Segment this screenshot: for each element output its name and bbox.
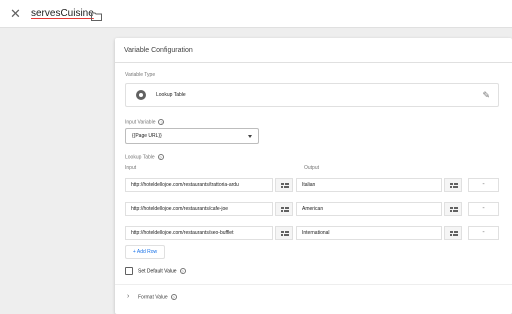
variable-picker-button[interactable]	[444, 178, 462, 192]
variable-brick-icon	[450, 231, 458, 236]
variable-picker-button[interactable]	[444, 226, 462, 240]
folder-icon[interactable]	[91, 8, 102, 21]
output-field[interactable]: American	[296, 202, 442, 216]
variable-name[interactable]: servesCuisine	[31, 8, 94, 20]
variable-picker-button[interactable]	[275, 202, 293, 216]
input-field[interactable]: http://hoteldellojoe.com/restaurants/seo…	[125, 226, 273, 240]
output-field[interactable]: International	[296, 226, 442, 240]
table-row: http://hoteldellojoe.com/restaurants/tra…	[125, 178, 505, 192]
input-field[interactable]: http://hoteldellojoe.com/restaurants/caf…	[125, 202, 273, 216]
top-bar: ✕ servesCuisine	[0, 0, 512, 28]
lookup-table-icon	[136, 90, 146, 100]
variable-brick-icon	[281, 183, 289, 188]
variable-brick-icon	[450, 183, 458, 188]
variable-configuration-card: Variable Configuration Variable Type Loo…	[115, 38, 512, 314]
input-column-header: Input	[125, 165, 137, 171]
set-default-value-checkbox[interactable]	[125, 267, 133, 275]
variable-type-name: Lookup Table	[156, 92, 186, 98]
help-icon[interactable]: ?	[179, 268, 186, 274]
remove-row-button[interactable]: -	[468, 178, 499, 192]
table-row: http://hoteldellojoe.com/restaurants/caf…	[125, 202, 505, 216]
input-variable-value: {{Page URL}}	[132, 133, 162, 139]
divider	[115, 62, 512, 63]
input-variable-select[interactable]: {{Page URL}}	[125, 128, 259, 144]
lookup-table-label: Lookup Table?	[125, 154, 164, 161]
input-variable-label: Input Variable?	[125, 119, 165, 126]
dropdown-arrow-icon	[248, 135, 252, 138]
add-row-button[interactable]: + Add Row	[125, 245, 165, 259]
variable-type-label: Variable Type	[125, 72, 156, 78]
variable-brick-icon	[281, 231, 289, 236]
help-icon[interactable]: ?	[170, 294, 177, 300]
remove-row-button[interactable]: -	[468, 226, 499, 240]
variable-brick-icon	[281, 207, 289, 212]
set-default-value-label: Set Default Value?	[138, 268, 186, 275]
close-icon[interactable]: ✕	[10, 7, 21, 21]
format-value-toggle[interactable]: Format Value?	[138, 294, 177, 301]
edit-icon[interactable]: ✎	[482, 89, 490, 101]
card-title: Variable Configuration	[124, 47, 193, 54]
remove-row-button[interactable]: -	[468, 202, 499, 216]
help-icon[interactable]: ?	[157, 154, 164, 160]
output-column-header: Output	[304, 165, 320, 171]
variable-picker-button[interactable]	[444, 202, 462, 216]
variable-picker-button[interactable]	[275, 226, 293, 240]
table-row: http://hoteldellojoe.com/restaurants/seo…	[125, 226, 505, 240]
divider	[115, 284, 512, 285]
variable-type-selector[interactable]: Lookup Table ✎	[125, 83, 499, 107]
variable-picker-button[interactable]	[275, 178, 293, 192]
chevron-right-icon[interactable]: ›	[127, 293, 129, 301]
output-field[interactable]: Italian	[296, 178, 442, 192]
help-icon[interactable]: ?	[158, 119, 165, 125]
variable-brick-icon	[450, 207, 458, 212]
input-field[interactable]: http://hoteldellojoe.com/restaurants/tra…	[125, 178, 273, 192]
